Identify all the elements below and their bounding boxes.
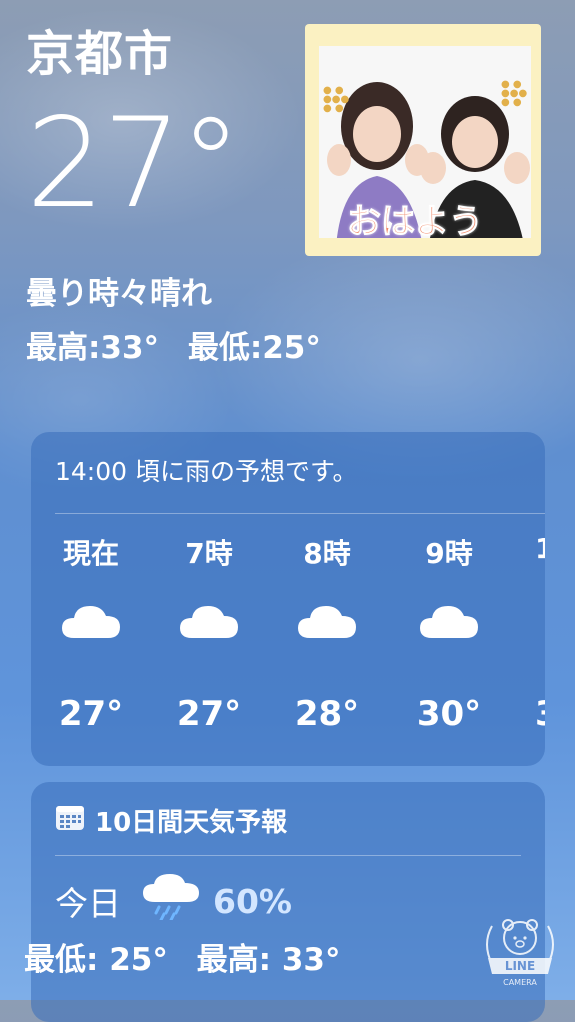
daily-row-today: 今日 60% bbox=[55, 874, 292, 928]
sticker-decoration-dots: ● ● ●●● ● ● bbox=[501, 79, 528, 108]
hourly-forecast-card[interactable]: 14:00 頃に雨の予想です。 現在 27° 7時 27° 8時 28° 9時 … bbox=[31, 432, 545, 766]
ohayo-sticker-image: ● ● ●●● ● ● ● ● ●●● ● ● おはよう bbox=[305, 24, 541, 256]
rain-cloud-icon bbox=[143, 874, 199, 928]
cloud-icon bbox=[41, 580, 141, 676]
sticker-photo: ● ● ●●● ● ● ● ● ●●● ● ● おはよう bbox=[319, 46, 531, 238]
weather-condition: 曇り時々晴れ bbox=[26, 276, 212, 312]
high-temperature: 最高:33° bbox=[26, 330, 160, 366]
calendar-icon bbox=[55, 803, 85, 838]
daily-high: 最高: 33° bbox=[196, 942, 341, 978]
hour-temperature: 28° bbox=[294, 694, 360, 734]
hour-label: 9時 bbox=[425, 537, 473, 570]
ten-day-forecast-title: 10日間天気予報 bbox=[95, 808, 288, 838]
badge-line-text: LINE bbox=[505, 959, 535, 973]
cloud-icon bbox=[399, 580, 499, 676]
hourly-item: 9時 30° bbox=[399, 532, 499, 734]
rain-forecast-headline: 14:00 頃に雨の予想です。 bbox=[55, 457, 358, 486]
high-low-temperatures: 最高:33° 最低:25° bbox=[26, 322, 339, 367]
hour-label: 現在 bbox=[62, 537, 119, 570]
badge-camera-text: CAMERA bbox=[503, 978, 537, 987]
daily-high-low: 最低: 25° 最高: 33° bbox=[24, 934, 358, 979]
hour-temperature: 27° bbox=[58, 694, 124, 734]
hour-temperature: 27° bbox=[176, 694, 242, 734]
hour-label: 1 bbox=[535, 532, 545, 565]
hourly-item-partial: 1 3 bbox=[501, 532, 545, 734]
hourly-item: 8時 28° bbox=[277, 532, 377, 734]
cloud-icon bbox=[159, 580, 259, 676]
sticker-decoration-dots: ● ● ●●● ● ● bbox=[323, 85, 350, 114]
divider bbox=[55, 855, 521, 856]
line-camera-watermark: LINE CAMERA bbox=[478, 908, 562, 988]
day-label: 今日 bbox=[55, 884, 121, 923]
ten-day-forecast-card[interactable]: 10日間天気予報 今日 60% bbox=[31, 782, 545, 1022]
city-name: 京都市 bbox=[26, 26, 174, 82]
sticker-text: おはよう bbox=[347, 202, 484, 239]
hour-temperature: 30° bbox=[416, 694, 482, 734]
precipitation-chance: 60% bbox=[213, 881, 292, 921]
low-temperature: 最低:25° bbox=[187, 330, 321, 366]
current-temperature: 27° bbox=[26, 92, 242, 236]
hourly-item: 現在 27° bbox=[41, 532, 141, 734]
hour-temperature: 3 bbox=[535, 694, 545, 734]
cloud-icon bbox=[277, 580, 377, 676]
ten-day-forecast-header: 10日間天気予報 bbox=[55, 802, 287, 839]
hourly-item: 7時 27° bbox=[159, 532, 259, 734]
hour-label: 8時 bbox=[303, 537, 351, 570]
divider bbox=[55, 513, 545, 514]
daily-low: 最低: 25° bbox=[24, 942, 168, 978]
hour-label: 7時 bbox=[185, 537, 233, 570]
